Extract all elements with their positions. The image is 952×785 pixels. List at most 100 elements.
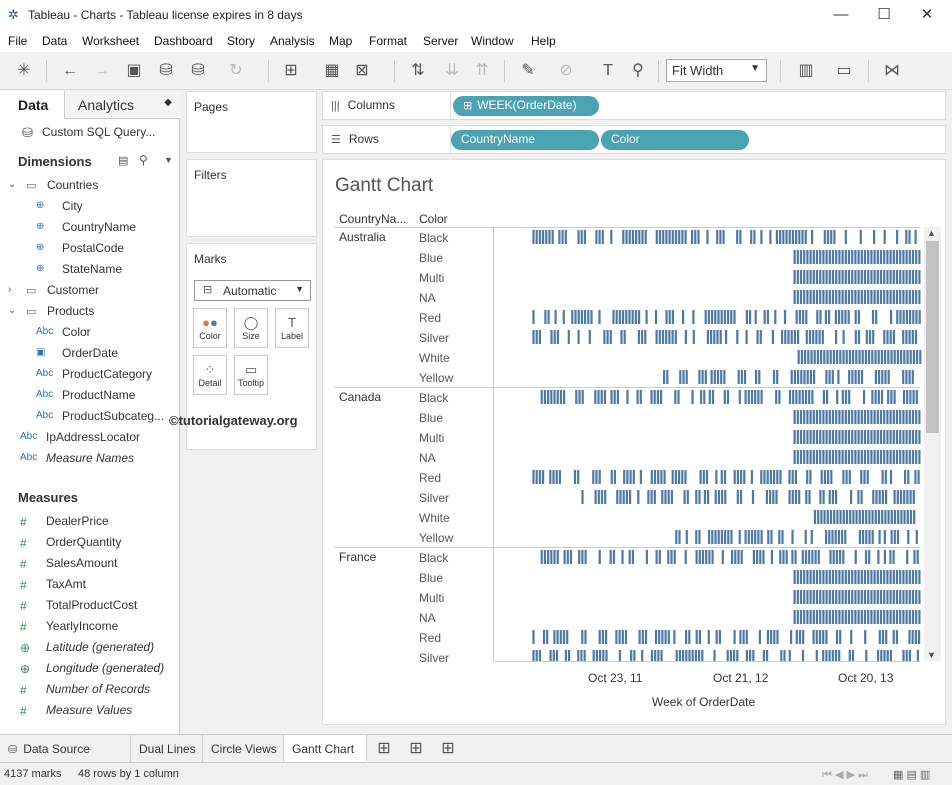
gantt-bar[interactable] <box>883 590 886 604</box>
gantt-bar[interactable] <box>598 310 601 324</box>
gantt-bar[interactable] <box>876 570 879 584</box>
gantt-bar[interactable] <box>706 330 709 344</box>
gantt-bar[interactable] <box>825 570 828 584</box>
gantt-bar[interactable] <box>558 230 561 244</box>
gantt-bar[interactable] <box>813 510 817 524</box>
gantt-bar[interactable] <box>538 330 541 344</box>
gantt-bar[interactable] <box>762 650 765 661</box>
gantt-bar[interactable] <box>634 310 637 324</box>
gantt-bar[interactable] <box>876 610 879 624</box>
gantt-bar[interactable] <box>877 350 880 364</box>
gantt-bar[interactable] <box>841 430 844 444</box>
color-row-label[interactable]: NA <box>419 611 436 625</box>
gantt-bar[interactable] <box>552 470 555 484</box>
gantt-bar[interactable] <box>881 630 885 644</box>
gantt-bar[interactable] <box>692 330 695 344</box>
gantt-bar[interactable] <box>812 590 815 604</box>
gantt-bar[interactable] <box>870 610 873 624</box>
menu-analysis[interactable]: Analysis <box>270 34 315 48</box>
gantt-bar[interactable] <box>862 390 866 404</box>
chevron-down-icon[interactable]: ▼ <box>164 155 173 165</box>
gantt-bar[interactable] <box>886 410 889 424</box>
gantt-bar[interactable] <box>905 570 908 584</box>
gantt-bar[interactable] <box>838 450 841 464</box>
gantt-bar[interactable] <box>798 310 801 324</box>
gantt-bar[interactable] <box>895 270 899 284</box>
gantt-bar[interactable] <box>905 370 908 384</box>
gantt-bar[interactable] <box>893 530 896 544</box>
gantt-bar[interactable] <box>678 530 681 544</box>
gantt-bar[interactable] <box>914 330 918 344</box>
gantt-bar[interactable] <box>794 470 797 484</box>
gantt-bar[interactable] <box>716 370 720 384</box>
gantt-bar[interactable] <box>773 630 776 644</box>
gantt-bar[interactable] <box>694 650 697 661</box>
gantt-bar[interactable] <box>881 510 884 524</box>
gantt-bar[interactable] <box>804 230 807 244</box>
gantt-bar[interactable] <box>893 350 896 364</box>
gantt-bar[interactable] <box>918 610 921 624</box>
gantt-bar[interactable] <box>682 650 685 661</box>
gantt-bar[interactable] <box>707 630 710 644</box>
gantt-bar[interactable] <box>542 470 545 484</box>
gantt-bar[interactable] <box>708 390 711 404</box>
gantt-bar[interactable] <box>663 370 666 384</box>
gantt-bar[interactable] <box>906 350 909 364</box>
gantt-bar[interactable] <box>889 570 892 584</box>
gantt-bar[interactable] <box>548 230 551 244</box>
gantt-bar[interactable] <box>657 650 660 661</box>
gantt-bar[interactable] <box>830 230 833 244</box>
gantt-bar[interactable] <box>822 410 825 424</box>
gantt-bar[interactable] <box>704 370 707 384</box>
gantt-bar[interactable] <box>751 490 755 504</box>
gantt-bar[interactable] <box>773 470 776 484</box>
gantt-bar[interactable] <box>684 470 687 484</box>
gantt-bar[interactable] <box>877 510 881 524</box>
gantt-bar[interactable] <box>609 330 612 344</box>
gantt-bar[interactable] <box>889 430 892 444</box>
gantt-bar[interactable] <box>847 610 851 624</box>
gantt-bar[interactable] <box>717 490 720 504</box>
gantt-bar[interactable] <box>758 630 761 644</box>
gantt-bar[interactable] <box>720 370 723 384</box>
gantt-bar[interactable] <box>902 330 905 344</box>
gantt-bar[interactable] <box>876 410 879 424</box>
gantt-bar[interactable] <box>908 330 911 344</box>
countryname-header[interactable]: CountryNa... <box>339 212 406 226</box>
gantt-bar[interactable] <box>828 290 831 304</box>
gantt-bar[interactable] <box>796 610 799 624</box>
gantt-bar[interactable] <box>822 390 825 404</box>
gantt-bar[interactable] <box>905 330 908 344</box>
gantt-bar[interactable] <box>890 310 893 324</box>
gantt-bar[interactable] <box>563 550 566 564</box>
gantt-bar[interactable] <box>889 450 892 464</box>
gantt-bar[interactable] <box>823 510 826 524</box>
gantt-bar[interactable] <box>647 490 650 504</box>
gantt-bar[interactable] <box>863 430 867 444</box>
gantt-bar[interactable] <box>893 490 896 504</box>
gantt-bar[interactable] <box>805 310 808 324</box>
gantt-bar[interactable] <box>860 290 863 304</box>
measure-dealerprice[interactable]: DealerPrice <box>46 514 109 528</box>
gantt-bar[interactable] <box>809 290 812 304</box>
gantt-bar[interactable] <box>650 470 653 484</box>
gantt-bar[interactable] <box>610 230 613 244</box>
gantt-bar[interactable] <box>795 390 798 404</box>
gantt-bar[interactable] <box>758 370 761 384</box>
gantt-bar[interactable] <box>804 390 808 404</box>
gantt-bar[interactable] <box>847 570 851 584</box>
gantt-bar[interactable] <box>760 470 763 484</box>
gantt-bar[interactable] <box>601 630 604 644</box>
gantt-bar[interactable] <box>860 490 863 504</box>
gantt-bar[interactable] <box>733 650 736 661</box>
gantt-bar[interactable] <box>905 250 908 264</box>
tab-data[interactable]: Data <box>0 91 65 119</box>
gantt-bar[interactable] <box>895 430 899 444</box>
gantt-bar[interactable] <box>766 650 769 661</box>
gantt-bar[interactable] <box>809 250 812 264</box>
gantt-bar[interactable] <box>830 470 833 484</box>
gantt-bar[interactable] <box>883 550 886 564</box>
measure-yearlyincome[interactable]: YearlyIncome <box>46 619 118 633</box>
gantt-bar[interactable] <box>868 530 871 544</box>
gantt-bar[interactable] <box>577 650 580 661</box>
